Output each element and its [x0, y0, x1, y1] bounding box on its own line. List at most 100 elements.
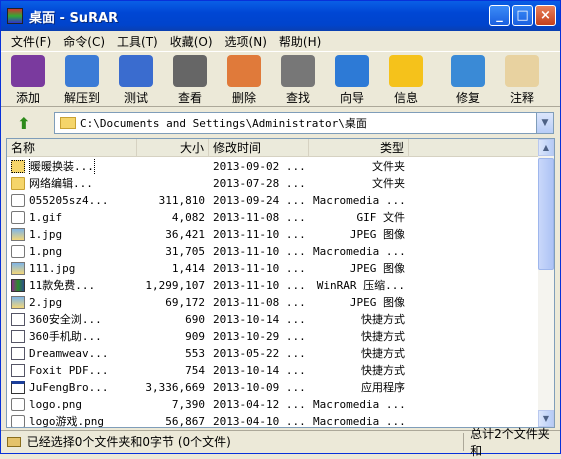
path-field[interactable]: C:\Documents and Settings\Administrator\… [54, 112, 554, 134]
toolbar-button-wizard[interactable]: 向导 [325, 52, 379, 106]
column-size[interactable]: 大小 [137, 139, 209, 157]
file-time: 2013-11-08 ... [213, 296, 306, 309]
address-bar: ⬆ C:\Documents and Settings\Administrato… [1, 109, 560, 137]
menu-help[interactable]: 帮助(H) [273, 33, 327, 50]
file-row[interactable]: 暖暖换装... 2013-09-02 ... 文件夹 [7, 158, 539, 175]
file-row[interactable]: 111.jpg 1,414 2013-11-10 ... JPEG 图像 [7, 260, 539, 277]
menu-tools[interactable]: 工具(T) [111, 33, 164, 50]
file-row[interactable]: 360手机助... 909 2013-10-29 ... 快捷方式 [7, 328, 539, 345]
file-row[interactable]: JuFengBro... 3,336,669 2013-10-09 ... 应用程序 [7, 379, 539, 396]
vertical-scrollbar[interactable]: ▲ ▼ [538, 139, 554, 427]
window-controls: _ □ × [489, 5, 556, 26]
file-row[interactable]: 网络编辑... 2013-07-28 ... 文件夹 [7, 175, 539, 192]
shortcut-file-icon [11, 330, 25, 343]
menu-file[interactable]: 文件(F) [5, 33, 57, 50]
file-time: 2013-11-08 ... [213, 211, 306, 224]
file-row[interactable]: logo.png 7,390 2013-04-12 ... Macromedia ..… [7, 396, 539, 413]
toolbar-button-repair[interactable]: 修复 [441, 52, 495, 106]
column-modified[interactable]: 修改时间 [209, 139, 309, 157]
toolbar-label: 测试 [123, 91, 148, 105]
file-row[interactable]: 055205sz4... 311,810 2013-09-24 ... Macrome… [7, 192, 539, 209]
maximize-button[interactable]: □ [512, 5, 533, 26]
menu-options[interactable]: 选项(N) [219, 33, 273, 50]
file-name-cell: 2.jpg [7, 294, 137, 311]
file-time: 2013-10-29 ... [213, 330, 306, 343]
file-type: 快捷方式 [361, 330, 405, 343]
up-folder-button[interactable]: ⬆ [13, 112, 35, 134]
toolbar-button-find[interactable]: 查找 [271, 52, 325, 106]
file-row[interactable]: 2.jpg 69,172 2013-11-08 ... JPEG 图像 [7, 294, 539, 311]
file-size: 754 [185, 364, 205, 377]
file-type: 快捷方式 [361, 347, 405, 360]
toolbar-button-delete[interactable]: 删除 [217, 52, 271, 106]
title-bar[interactable]: 桌面 - SuRAR _ □ × [1, 1, 560, 31]
file-name-cell: 暖暖换装... [7, 158, 137, 175]
toolbar-button-test[interactable]: 测试 [109, 52, 163, 106]
file-row[interactable]: 1.png 31,705 2013-11-10 ... Macromedia ... [7, 243, 539, 260]
file-row[interactable]: logo游戏.png 56,867 2013-04-10 ... Macromedia… [7, 413, 539, 428]
column-name[interactable]: 名称 [7, 139, 137, 157]
toolbar-label: 修复 [455, 91, 480, 105]
file-name-cell: logo.png [7, 396, 137, 413]
file-time: 2013-04-10 ... [213, 415, 306, 428]
test-icon [119, 55, 153, 87]
file-row[interactable]: Dreamweav... 553 2013-05-22 ... 快捷方式 [7, 345, 539, 362]
toolbar-button-comment[interactable]: 注释 [495, 52, 549, 106]
file-size: 4,082 [171, 211, 205, 224]
file-name: logo.png [29, 398, 82, 411]
menu-favorites[interactable]: 收藏(O) [164, 33, 219, 50]
scroll-up-button[interactable]: ▲ [538, 139, 554, 156]
close-button[interactable]: × [535, 5, 556, 26]
flash-file-icon [11, 415, 25, 427]
file-row[interactable]: 360安全浏... 690 2013-10-14 ... 快捷方式 [7, 311, 539, 328]
status-bar: 已经选择0个文件夹和0字节 (0个文件) 总计2个文件夹和 [1, 427, 560, 458]
file-name: 055205sz4... [29, 194, 109, 207]
file-type: 快捷方式 [361, 313, 405, 326]
minimize-button[interactable]: _ [489, 5, 510, 26]
toolbar-button-add-archive[interactable]: 添加 [1, 52, 55, 106]
file-row[interactable]: Foxit PDF... 754 2013-10-14 ... 快捷方式 [7, 362, 539, 379]
toolbar-label: 向导 [339, 91, 364, 105]
toolbar-label: 查找 [285, 91, 310, 105]
file-type: GIF 文件 [356, 211, 406, 224]
file-name: 11款免费... [29, 279, 96, 292]
file-name: 360安全浏... [29, 313, 102, 326]
file-type: Macromedia ... [313, 245, 406, 258]
menu-commands[interactable]: 命令(C) [57, 33, 111, 50]
path-text: C:\Documents and Settings\Administrator\… [80, 117, 367, 130]
file-row[interactable]: 1.gif 4,082 2013-11-08 ... GIF 文件 [7, 209, 539, 226]
folder-icon [60, 117, 76, 129]
file-name-cell: 111.jpg [7, 260, 137, 277]
toolbar-button-extract[interactable]: 解压到 [55, 52, 109, 106]
file-rows: 暖暖换装... 2013-09-02 ... 文件夹 网络编辑... 2013-07-2… [7, 158, 539, 428]
file-name: 1.jpg [29, 228, 63, 241]
path-dropdown-button[interactable]: ▼ [536, 113, 553, 133]
exe-file-icon [11, 381, 25, 394]
file-name: Dreamweav... [29, 347, 109, 360]
file-size: 311,810 [158, 194, 205, 207]
folder-file-icon [11, 177, 25, 190]
file-row[interactable]: 1.jpg 36,421 2013-11-10 ... JPEG 图像 [7, 226, 539, 243]
file-size: 3,336,669 [145, 381, 205, 394]
file-size: 909 [185, 330, 205, 343]
find-icon [281, 55, 315, 87]
scroll-thumb[interactable] [538, 158, 554, 270]
file-time: 2013-09-24 ... [213, 194, 306, 207]
file-row[interactable]: 11款免费... 1,299,107 2013-11-10 ... WinRAR 压缩… [7, 277, 539, 294]
file-name-cell: 1.png [7, 243, 137, 260]
file-name-cell: 360安全浏... [7, 311, 137, 328]
column-type[interactable]: 类型 [309, 139, 409, 157]
file-time: 2013-05-22 ... [213, 347, 306, 360]
comment-icon [505, 55, 539, 87]
toolbar-button-view[interactable]: 查看 [163, 52, 217, 106]
toolbar-button-info[interactable]: 信息 [379, 52, 433, 106]
file-list[interactable]: 名称 大小 修改时间 类型 暖暖换装... 2013-09-02 ... 文件夹 网络… [6, 138, 555, 428]
file-time: 2013-11-10 ... [213, 228, 306, 241]
app-icon[interactable] [7, 8, 23, 24]
file-name: 1.png [29, 245, 63, 258]
toolbar-label: 注释 [509, 91, 534, 105]
file-time: 2013-11-10 ... [213, 262, 306, 275]
file-time: 2013-10-14 ... [213, 364, 306, 377]
file-time: 2013-10-14 ... [213, 313, 306, 326]
toolbar-label: 查看 [177, 91, 202, 105]
